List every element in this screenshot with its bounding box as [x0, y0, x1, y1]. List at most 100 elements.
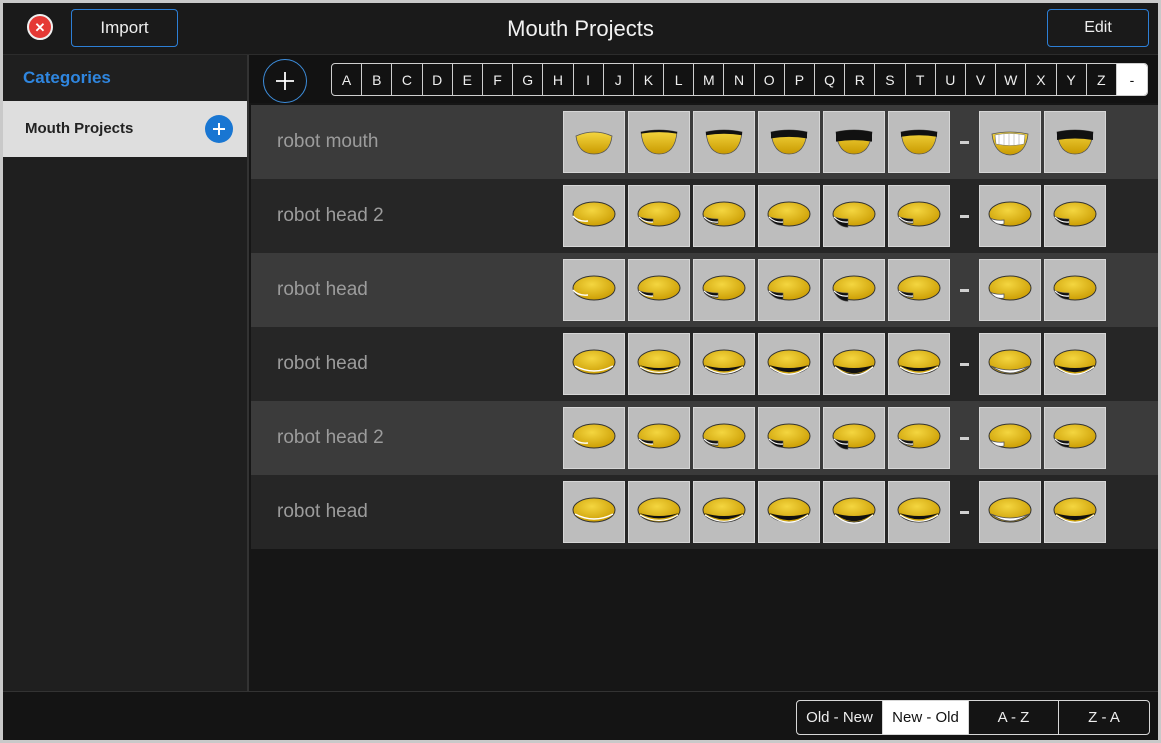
mouth-shape-thumbnail[interactable]	[628, 259, 690, 321]
project-row[interactable]: robot head 2	[251, 179, 1158, 253]
mouth-shape-thumbnail[interactable]	[563, 185, 625, 247]
import-button[interactable]: Import	[71, 9, 178, 47]
index-letter-o[interactable]: O	[755, 64, 785, 95]
mouth-shape-thumbnail[interactable]	[758, 333, 820, 395]
index-letter-b[interactable]: B	[362, 64, 393, 95]
sort-option-2[interactable]: A - Z	[969, 701, 1059, 734]
mouth-shape-thumbnail[interactable]	[888, 333, 950, 395]
index-letter-c[interactable]: C	[392, 64, 423, 95]
mouth-shape-thumbnail[interactable]	[758, 481, 820, 543]
index-letter-f[interactable]: F	[483, 64, 514, 95]
mouth-shape-thumbnail[interactable]	[628, 185, 690, 247]
index-letter-d[interactable]: D	[423, 64, 453, 95]
index-letter-j[interactable]: J	[604, 64, 634, 95]
index-letter-e[interactable]: E	[453, 64, 483, 95]
project-row[interactable]: robot head	[251, 475, 1158, 549]
sidebar-item-label: Mouth Projects	[25, 120, 134, 137]
index-letter-i[interactable]: I	[574, 64, 604, 95]
mouth-shape-thumbnail[interactable]	[628, 333, 690, 395]
index-letter-v[interactable]: V	[966, 64, 997, 95]
index-letter-z[interactable]: Z	[1087, 64, 1117, 95]
mouth-shape-thumbnail[interactable]	[693, 111, 755, 173]
mouth-shape-thumbnail[interactable]	[563, 111, 625, 173]
index-letter-h[interactable]: H	[543, 64, 574, 95]
mouth-shape-thumbnail[interactable]	[1044, 111, 1106, 173]
mouth-shape-thumbnails	[563, 407, 1109, 469]
mouth-shape-thumbnail[interactable]	[693, 333, 755, 395]
mouth-shape-thumbnail[interactable]	[888, 185, 950, 247]
close-button[interactable]: ✕	[27, 14, 53, 40]
mouth-shape-thumbnail[interactable]	[823, 185, 885, 247]
add-project-button[interactable]	[263, 59, 307, 103]
mouth-shape-thumbnail[interactable]	[888, 111, 950, 173]
edit-button[interactable]: Edit	[1047, 9, 1149, 47]
plus-icon	[276, 72, 294, 90]
sidebar-item-mouth-projects[interactable]: Mouth Projects	[3, 101, 247, 157]
mouth-shape-thumbnail[interactable]	[823, 481, 885, 543]
mouth-shape-thumbnail[interactable]	[758, 259, 820, 321]
index-letter-u[interactable]: U	[936, 64, 966, 95]
index-letter-dash[interactable]: -	[1116, 64, 1148, 95]
index-letter-x[interactable]: X	[1026, 64, 1057, 95]
mouth-shape-thumbnail[interactable]	[1044, 407, 1106, 469]
index-letter-s[interactable]: S	[875, 64, 906, 95]
index-letter-w[interactable]: W	[996, 64, 1027, 95]
separator-dash	[957, 111, 971, 173]
mouth-shape-thumbnail[interactable]	[823, 333, 885, 395]
mouth-shape-thumbnail[interactable]	[1044, 259, 1106, 321]
index-letter-m[interactable]: M	[694, 64, 725, 95]
mouth-shape-thumbnail[interactable]	[563, 259, 625, 321]
mouth-shape-thumbnail[interactable]	[693, 259, 755, 321]
index-letter-a[interactable]: A	[332, 64, 363, 95]
mouth-shape-thumbnail[interactable]	[979, 111, 1041, 173]
mouth-shape-thumbnail[interactable]	[979, 481, 1041, 543]
mouth-shape-thumbnail[interactable]	[1044, 333, 1106, 395]
project-name: robot head 2	[277, 205, 384, 226]
mouth-shape-thumbnail[interactable]	[563, 407, 625, 469]
mouth-shape-thumbnail[interactable]	[979, 185, 1041, 247]
mouth-shape-thumbnail[interactable]	[693, 185, 755, 247]
mouth-shape-thumbnail[interactable]	[888, 407, 950, 469]
index-letter-l[interactable]: L	[664, 64, 695, 95]
index-letter-r[interactable]: R	[845, 64, 876, 95]
separator-dash	[957, 333, 971, 395]
sort-option-0[interactable]: Old - New	[797, 701, 883, 734]
mouth-shape-thumbnail[interactable]	[758, 111, 820, 173]
mouth-shape-thumbnail[interactable]	[628, 111, 690, 173]
mouth-shape-thumbnail[interactable]	[979, 333, 1041, 395]
index-letter-n[interactable]: N	[724, 64, 755, 95]
sort-option-3[interactable]: Z - A	[1059, 701, 1149, 734]
mouth-shape-thumbnail[interactable]	[758, 407, 820, 469]
project-row[interactable]: robot head	[251, 327, 1158, 401]
mouth-shape-thumbnails	[563, 185, 1109, 247]
mouth-shape-thumbnail[interactable]	[1044, 481, 1106, 543]
mouth-shape-thumbnail[interactable]	[979, 259, 1041, 321]
mouth-shape-thumbnail[interactable]	[1044, 185, 1106, 247]
mouth-shape-thumbnail[interactable]	[823, 407, 885, 469]
project-name: robot mouth	[277, 131, 379, 152]
index-letter-t[interactable]: T	[906, 64, 936, 95]
mouth-shape-thumbnail[interactable]	[628, 481, 690, 543]
mouth-shape-thumbnail[interactable]	[563, 481, 625, 543]
project-row[interactable]: robot head	[251, 253, 1158, 327]
project-row[interactable]: robot head 2	[251, 401, 1158, 475]
index-letter-q[interactable]: Q	[815, 64, 846, 95]
mouth-shape-thumbnail[interactable]	[758, 185, 820, 247]
index-letter-k[interactable]: K	[634, 64, 665, 95]
mouth-shape-thumbnail[interactable]	[693, 481, 755, 543]
mouth-shape-thumbnail[interactable]	[888, 481, 950, 543]
index-letter-g[interactable]: G	[513, 64, 544, 95]
mouth-shape-thumbnail[interactable]	[823, 259, 885, 321]
mouth-shape-thumbnail[interactable]	[888, 259, 950, 321]
mouth-shape-thumbnail[interactable]	[628, 407, 690, 469]
sort-option-1[interactable]: New - Old	[883, 701, 969, 734]
project-row[interactable]: robot mouth	[251, 105, 1158, 179]
index-letter-p[interactable]: P	[785, 64, 815, 95]
index-letter-y[interactable]: Y	[1057, 64, 1087, 95]
mouth-shape-thumbnail[interactable]	[979, 407, 1041, 469]
mouth-shape-thumbnail[interactable]	[823, 111, 885, 173]
mouth-shape-thumbnail[interactable]	[693, 407, 755, 469]
add-category-button[interactable]	[205, 115, 233, 143]
project-name: robot head	[277, 353, 368, 374]
mouth-shape-thumbnail[interactable]	[563, 333, 625, 395]
